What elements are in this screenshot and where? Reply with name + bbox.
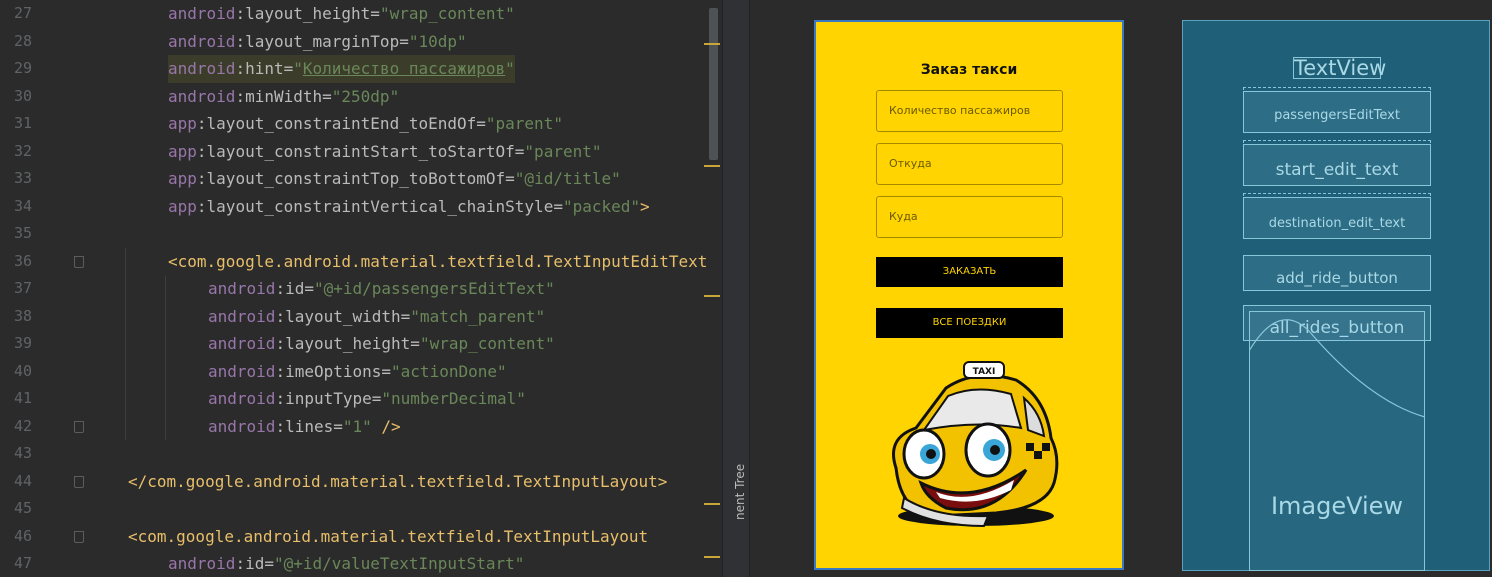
code-line[interactable]: 40 android:imeOptions="actionDone" xyxy=(0,358,722,386)
line-number[interactable]: 47 xyxy=(0,550,32,577)
code-line[interactable]: 38 android:layout_width="match_parent" xyxy=(0,303,722,331)
code-text[interactable]: android:imeOptions="actionDone" xyxy=(208,358,507,386)
code-text[interactable]: app:layout_constraintStart_toStartOf="pa… xyxy=(168,138,601,166)
code-line[interactable]: 27 android:layout_height="wrap_content" xyxy=(0,0,722,28)
code-line[interactable]: 41 android:inputType="numberDecimal" xyxy=(0,385,722,413)
blueprint-view[interactable]: TextView passengersEditText start_edit_t… xyxy=(1182,20,1490,571)
line-number[interactable]: 42 xyxy=(0,413,32,441)
line-number[interactable]: 27 xyxy=(0,0,32,28)
bp-image-curve xyxy=(1249,319,1425,418)
line-number[interactable]: 41 xyxy=(0,385,32,413)
line-number[interactable]: 43 xyxy=(0,440,32,468)
code-line[interactable]: 28 android:layout_marginTop="10dp" xyxy=(0,28,722,56)
code-text[interactable]: android:inputType="numberDecimal" xyxy=(208,385,526,413)
code-editor[interactable]: 27 android:layout_height="wrap_content" 28… xyxy=(0,0,722,577)
code-text[interactable]: android:layout_width="match_parent" xyxy=(208,303,545,331)
fold-marker-icon[interactable] xyxy=(74,530,84,543)
line-number[interactable]: 46 xyxy=(0,523,32,551)
line-number[interactable]: 36 xyxy=(0,248,32,276)
line-number[interactable]: 35 xyxy=(0,220,32,248)
code-text[interactable]: android:layout_height="wrap_content" xyxy=(168,0,515,28)
warning-marker[interactable] xyxy=(704,295,720,297)
code-text[interactable]: </com.google.android.material.textfield.… xyxy=(128,468,667,496)
code-text[interactable]: app:layout_constraintVertical_chainStyle… xyxy=(168,193,650,221)
line-number[interactable]: 44 xyxy=(0,468,32,496)
code-line[interactable]: 35 xyxy=(0,220,722,248)
code-line[interactable]: 33 app:layout_constraintTop_toBottomOf="@… xyxy=(0,165,722,193)
code-line[interactable]: 36 <com.google.android.material.textfield… xyxy=(0,248,722,276)
code-text[interactable]: android:layout_marginTop="10dp" xyxy=(168,28,467,56)
warning-marker[interactable] xyxy=(704,503,720,505)
line-number[interactable]: 31 xyxy=(0,110,32,138)
warning-marker[interactable] xyxy=(704,556,720,558)
fold-marker-icon[interactable] xyxy=(74,475,84,488)
code-text[interactable]: app:layout_constraintTop_toBottomOf="@id… xyxy=(168,165,621,193)
line-number[interactable]: 45 xyxy=(0,495,32,523)
taxi-sign-text: TAXI xyxy=(973,367,996,377)
from-input[interactable]: Откуда xyxy=(876,143,1063,185)
fold-marker-icon[interactable] xyxy=(74,420,84,433)
line-number[interactable]: 39 xyxy=(0,330,32,358)
line-number[interactable]: 40 xyxy=(0,358,32,386)
bp-destination-edit-text[interactable]: destination_edit_text xyxy=(1243,197,1431,239)
code-line[interactable]: 46 <com.google.android.material.textfield… xyxy=(0,523,722,551)
code-text[interactable]: android:lines="1" /> xyxy=(208,413,401,441)
warning-marker[interactable] xyxy=(704,165,720,167)
code-line[interactable]: 30 android:minWidth="250dp" xyxy=(0,83,722,111)
fold-marker-icon[interactable] xyxy=(74,255,84,268)
line-number[interactable]: 38 xyxy=(0,303,32,331)
bp-passengers-edit-text[interactable]: passengersEditText xyxy=(1243,91,1431,133)
bp-title-view[interactable]: TextView xyxy=(1293,57,1386,79)
passengers-input[interactable]: Количество пассажиров xyxy=(876,90,1063,132)
code-line[interactable]: 34 app:layout_constraintVertical_chainSty… xyxy=(0,193,722,221)
code-line[interactable]: 43 xyxy=(0,440,722,468)
code-text[interactable]: android:layout_height="wrap_content" xyxy=(208,330,555,358)
warning-marker[interactable] xyxy=(704,43,720,45)
line-number[interactable]: 28 xyxy=(0,28,32,56)
code-line[interactable]: 42 android:lines="1" /> xyxy=(0,413,722,441)
code-text[interactable]: android:hint="Количество пассажиров" xyxy=(168,55,515,83)
code-line[interactable]: 44 </com.google.android.material.textfiel… xyxy=(0,468,722,496)
code-text[interactable]: app:layout_constraintEnd_toEndOf="parent… xyxy=(168,110,563,138)
bp-start-edit-text[interactable]: start_edit_text xyxy=(1243,144,1431,186)
code-text[interactable]: <com.google.android.material.textfield.T… xyxy=(128,523,648,551)
code-text[interactable]: android:id="@+id/passengersEditText" xyxy=(208,275,555,303)
code-line[interactable]: 31 app:layout_constraintEnd_toEndOf="pare… xyxy=(0,110,722,138)
code-text[interactable]: android:id="@+id/valueTextInputStart" xyxy=(168,550,524,577)
all-rides-button[interactable]: ВСЕ ПОЕЗДКИ xyxy=(876,308,1063,338)
taxi-image[interactable]: TAXI xyxy=(876,358,1066,528)
code-line[interactable]: 29 android:hint="Количество пассажиров" xyxy=(0,55,722,83)
code-line[interactable]: 45 xyxy=(0,495,722,523)
code-line[interactable]: 32 app:layout_constraintStart_toStartOf="… xyxy=(0,138,722,166)
code-line[interactable]: 39 android:layout_height="wrap_content" xyxy=(0,330,722,358)
preview-title[interactable]: Заказ такси xyxy=(816,62,1122,78)
line-number[interactable]: 37 xyxy=(0,275,32,303)
editor-scrollbar[interactable] xyxy=(709,8,718,160)
line-number[interactable]: 33 xyxy=(0,165,32,193)
line-number[interactable]: 30 xyxy=(0,83,32,111)
line-number[interactable]: 34 xyxy=(0,193,32,221)
code-text[interactable]: <com.google.android.material.textfield.T… xyxy=(168,248,707,276)
bp-add-ride-button[interactable]: add_ride_button xyxy=(1243,255,1431,291)
code-line[interactable]: 37 android:id="@+id/passengersEditText" xyxy=(0,275,722,303)
component-tree-tab-label[interactable]: nent Tree xyxy=(733,464,747,520)
line-number[interactable]: 29 xyxy=(0,55,32,83)
code-line[interactable]: 47 android:id="@+id/valueTextInputStart" xyxy=(0,550,722,577)
code-text[interactable]: android:minWidth="250dp" xyxy=(168,83,399,111)
design-preview[interactable]: Заказ такси Количество пассажиров Откуда… xyxy=(814,20,1124,570)
order-button[interactable]: ЗАКАЗАТЬ xyxy=(876,257,1063,287)
line-number[interactable]: 32 xyxy=(0,138,32,166)
to-input[interactable]: Куда xyxy=(876,196,1063,238)
